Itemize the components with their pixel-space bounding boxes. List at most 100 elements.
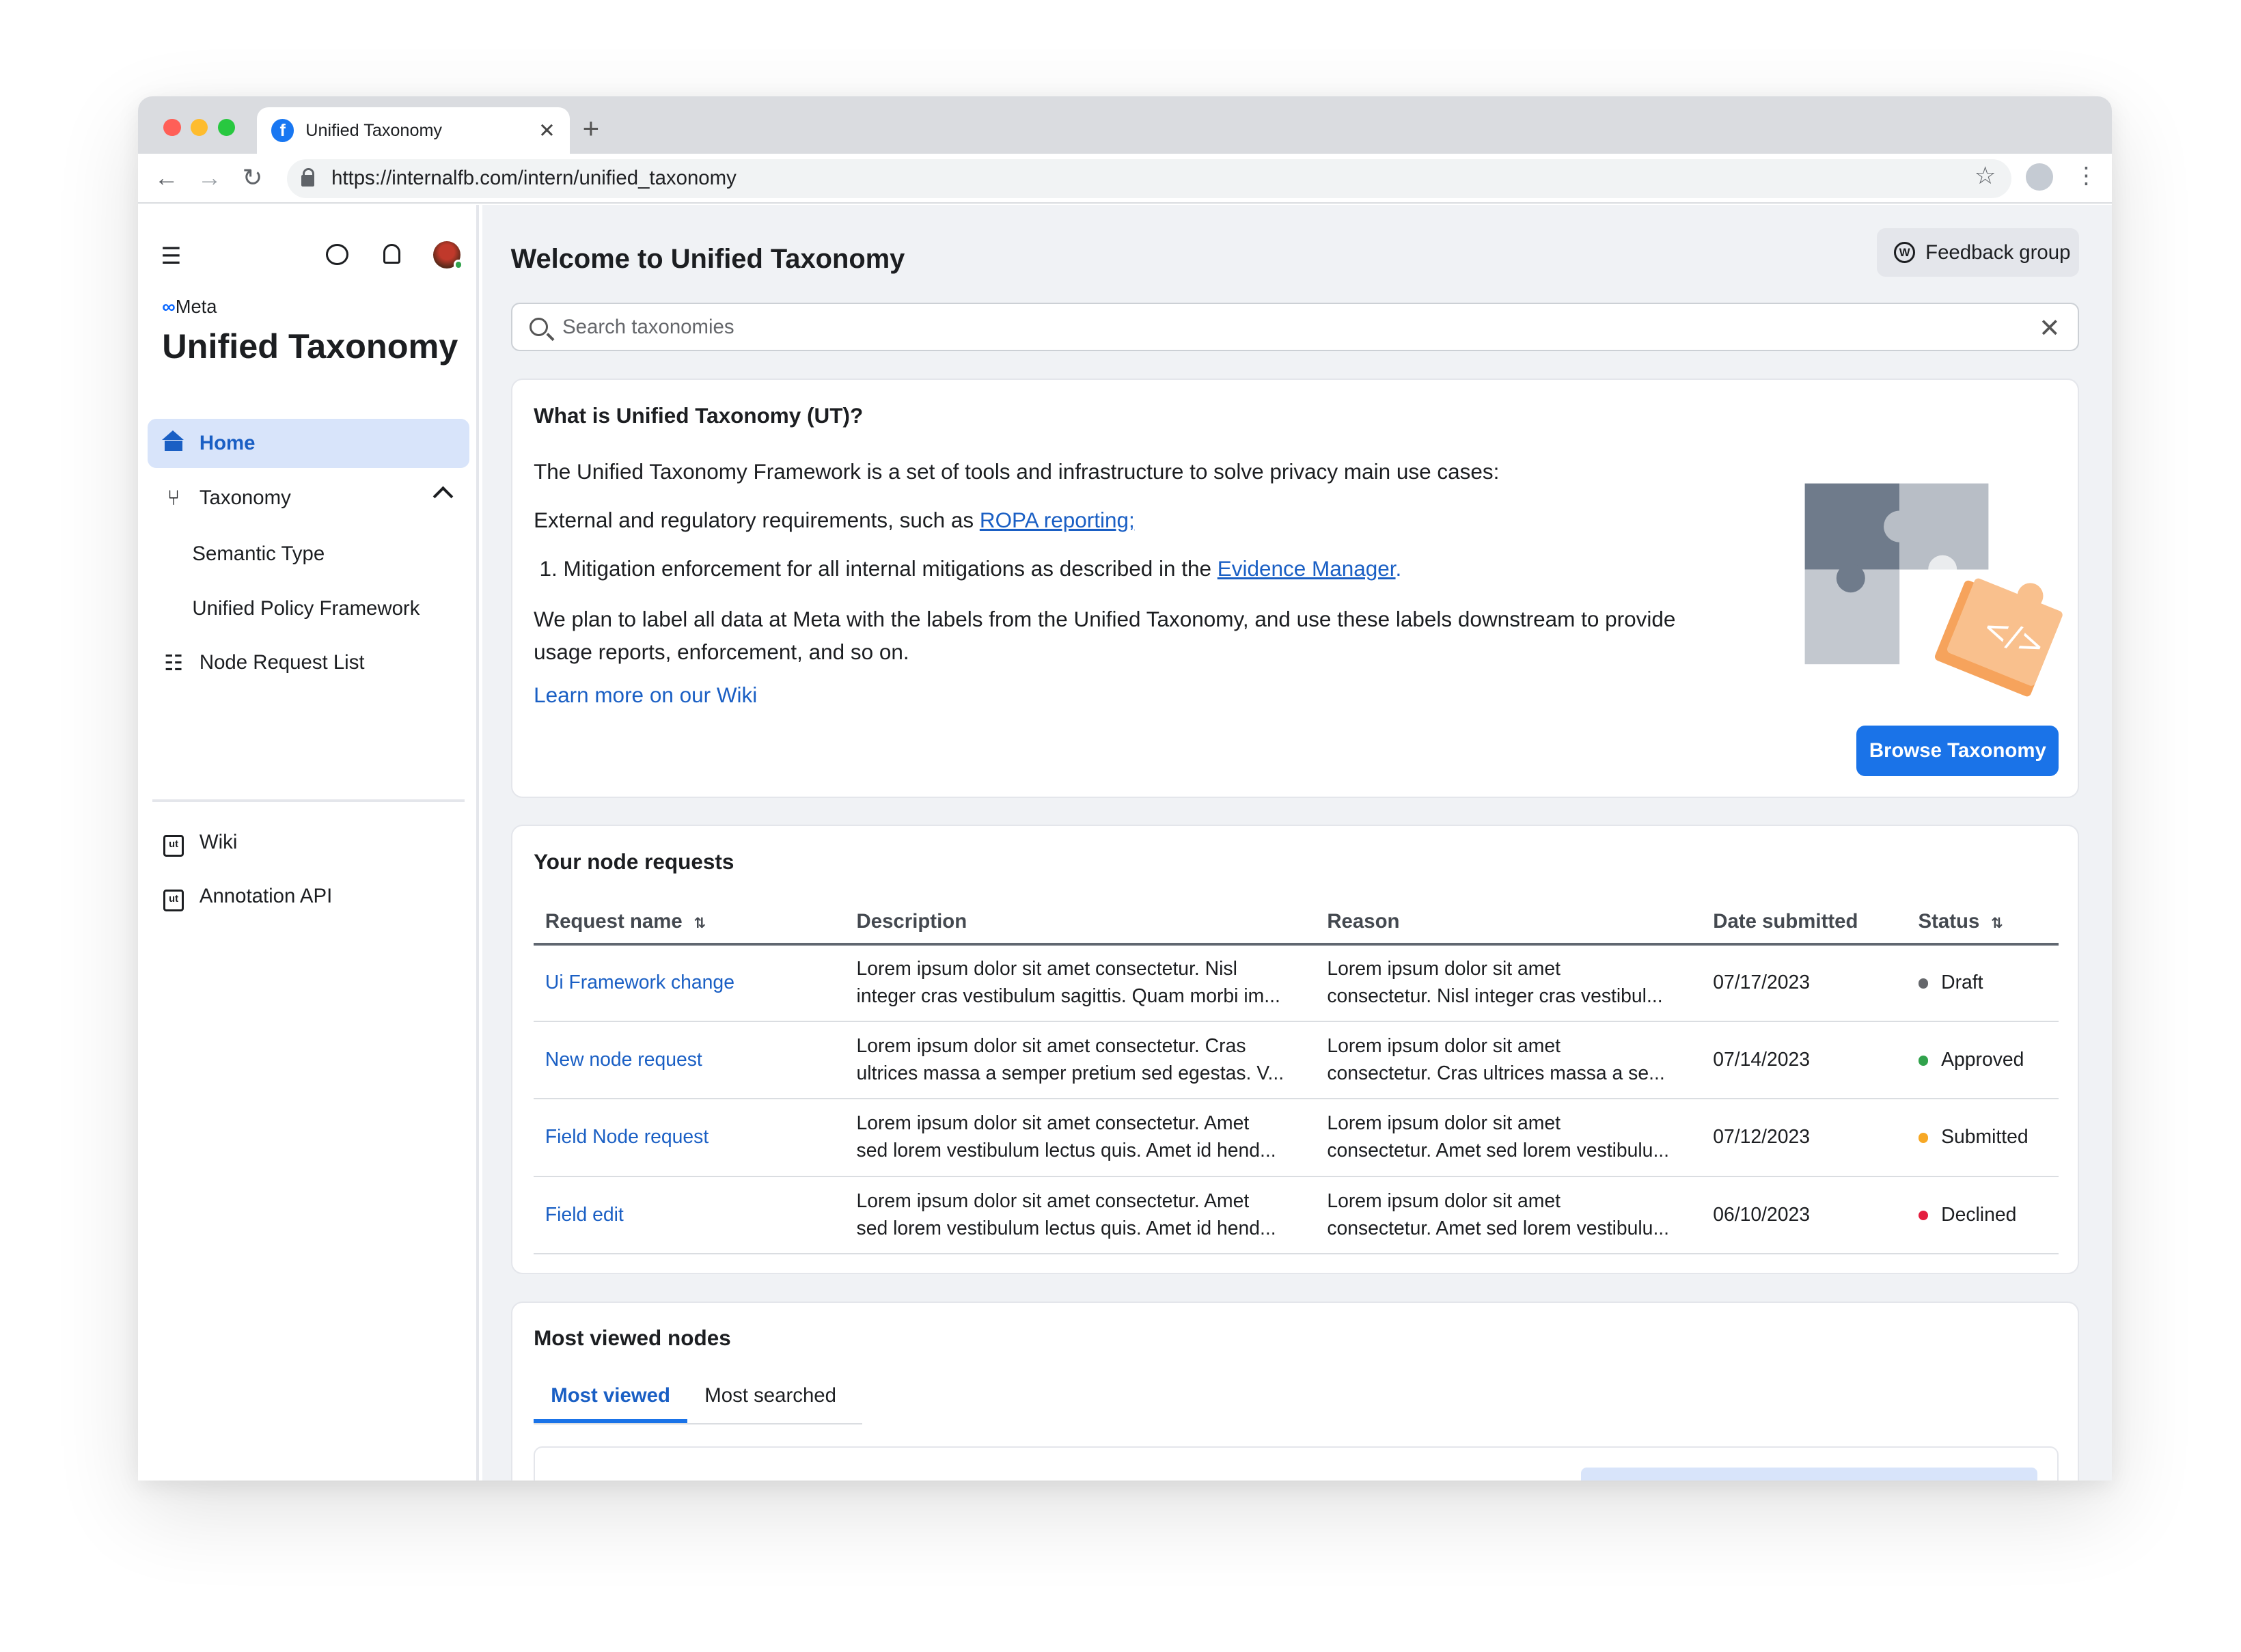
sidebar-item-label: Wiki xyxy=(199,830,238,853)
facebook-icon: f xyxy=(271,119,294,142)
main-content: Welcome to Unified Taxonomy W Feedback g… xyxy=(482,205,2113,1481)
most-viewed-tabs: Most viewed Most searched xyxy=(534,1384,862,1425)
sidebar-item-unified-policy-framework[interactable]: Unified Policy Framework xyxy=(192,597,420,620)
intro-list-item: 1. Mitigation enforcement for all intern… xyxy=(539,556,1402,581)
description-line: Lorem ipsum dolor sit amet consectetur. … xyxy=(856,1112,1250,1135)
request-name-link[interactable]: Ui Framework change xyxy=(534,944,845,1023)
list-icon: ☷ xyxy=(163,650,184,675)
intro-card: What is Unified Taxonomy (UT)? The Unifi… xyxy=(510,378,2079,798)
date-submitted: 06/10/2023 xyxy=(1701,1176,1907,1255)
more-menu-icon[interactable]: ⋮ xyxy=(2075,162,2098,189)
chat-icon[interactable] xyxy=(325,243,349,266)
reason-line: consectetur. Amet sed lorem vestibulu... xyxy=(1327,1217,1670,1239)
tab-most-viewed[interactable]: Most viewed xyxy=(534,1384,688,1424)
feedback-group-label: Feedback group xyxy=(1925,240,2071,264)
sort-icon[interactable]: ⇅ xyxy=(1991,916,2003,931)
description-line: sed lorem vestibulum lectus quis. Amet i… xyxy=(856,1140,1276,1162)
reason-line: Lorem ipsum dolor sit amet xyxy=(1327,1034,1561,1057)
star-icon[interactable]: ☆ xyxy=(1975,162,1996,190)
browse-taxonomy-button[interactable]: Browse Taxonomy xyxy=(1856,726,2059,776)
url-text: https://internalfb.com/intern/unified_ta… xyxy=(331,167,737,190)
list-item-bar xyxy=(1581,1468,2037,1481)
hierarchy-icon: ⑂ xyxy=(167,485,180,510)
ropa-reporting-link[interactable]: ROPA reporting; xyxy=(980,508,1135,532)
status-badge: Draft xyxy=(1906,944,2059,1023)
lock-icon xyxy=(301,167,314,187)
plus-icon[interactable]: + xyxy=(583,112,600,145)
column-header-status[interactable]: Status ⇅ xyxy=(1906,900,2059,946)
evidence-manager-link[interactable]: Evidence Manager xyxy=(1218,556,1396,581)
sidebar-item-annotation-api[interactable]: ut Annotation API xyxy=(148,872,469,921)
sidebar-item-home[interactable]: Home xyxy=(148,419,469,468)
description-line: integer cras vestibulum sagittis. Quam m… xyxy=(856,985,1280,1007)
status-label: Draft xyxy=(1941,971,1983,993)
maximize-window-button[interactable] xyxy=(218,119,236,137)
status-badge: Declined xyxy=(1906,1176,2059,1255)
url-field[interactable]: https://internalfb.com/intern/unified_ta… xyxy=(286,159,2012,198)
intro-paragraph-3: We plan to label all data at Meta with t… xyxy=(534,606,1676,665)
sidebar-item-semantic-type[interactable]: Semantic Type xyxy=(192,542,325,566)
request-reason: Lorem ipsum dolor sit amet consectetur. A… xyxy=(1315,1099,1702,1177)
request-description: Lorem ipsum dolor sit amet consectetur. … xyxy=(844,1176,1316,1255)
sidebar-item-node-request-list[interactable]: ☷ Node Request List xyxy=(148,638,469,687)
status-dot-icon xyxy=(1918,1055,1929,1066)
close-window-button[interactable] xyxy=(163,119,181,137)
close-icon[interactable]: ✕ xyxy=(538,119,555,143)
node-requests-table: Request name ⇅ Description Reason Date su… xyxy=(534,900,2059,1255)
reason-line: consectetur. Cras ultrices massa a se... xyxy=(1327,1062,1665,1084)
forward-arrow-icon[interactable]: → xyxy=(192,164,226,192)
node-requests-title: Your node requests xyxy=(534,849,734,875)
tab-most-searched[interactable]: Most searched xyxy=(687,1384,853,1423)
date-submitted: 07/14/2023 xyxy=(1701,1021,1907,1100)
status-label: Submitted xyxy=(1941,1126,2029,1148)
workplace-icon: W xyxy=(1893,241,1916,264)
sort-icon[interactable]: ⇅ xyxy=(693,916,706,931)
browser-tab[interactable]: f Unified Taxonomy ✕ xyxy=(256,107,570,154)
request-name-link[interactable]: Field edit xyxy=(534,1176,845,1255)
bell-icon[interactable] xyxy=(383,243,400,264)
wiki-link[interactable]: Learn more on our Wiki xyxy=(534,678,757,711)
table-row[interactable]: Field Node request Lorem ipsum dolor sit … xyxy=(534,1099,2059,1177)
page-title: Welcome to Unified Taxonomy xyxy=(510,243,905,274)
status-dot-icon xyxy=(1918,1133,1929,1144)
sidebar-item-label: Node Request List xyxy=(199,651,365,674)
request-description: Lorem ipsum dolor sit amet consectetur. … xyxy=(844,1021,1316,1100)
search-icon xyxy=(529,318,549,337)
minimize-window-button[interactable] xyxy=(191,119,208,137)
column-header-reason: Reason xyxy=(1315,900,1702,946)
reason-line: consectetur. Amet sed lorem vestibulu... xyxy=(1327,1140,1670,1162)
sidebar-item-taxonomy[interactable]: ⑂ Taxonomy xyxy=(148,473,469,522)
search-bar: ✕ xyxy=(510,303,2079,352)
table-row[interactable]: Ui Framework change Lorem ipsum dolor sit… xyxy=(534,944,2059,1023)
description-line: Lorem ipsum dolor sit amet consectetur. … xyxy=(856,1189,1250,1212)
browser-window: f Unified Taxonomy ✕ + ← → ↻ https://int… xyxy=(137,96,2113,1481)
status-badge: Submitted xyxy=(1906,1099,2059,1177)
request-name-link[interactable]: New node request xyxy=(534,1021,845,1100)
hamburger-menu-icon[interactable]: ☰ xyxy=(161,243,181,270)
table-row[interactable]: New node request Lorem ipsum dolor sit am… xyxy=(534,1021,2059,1100)
description-line: ultrices massa a semper pretium sed eges… xyxy=(856,1062,1284,1084)
reason-line: Lorem ipsum dolor sit amet xyxy=(1327,1189,1561,1212)
table-row[interactable]: Field edit Lorem ipsum dolor sit amet con… xyxy=(534,1176,2059,1255)
reload-icon[interactable]: ↻ xyxy=(235,164,269,192)
sidebar-item-wiki[interactable]: ut Wiki xyxy=(148,818,469,866)
column-header-description: Description xyxy=(844,900,1316,946)
sidebar-divider xyxy=(152,799,465,802)
puzzle-illustration: </> xyxy=(1804,483,2063,697)
column-header-date-submitted: Date submitted xyxy=(1701,900,1907,946)
search-input[interactable] xyxy=(562,315,2078,339)
intro-title: What is Unified Taxonomy (UT)? xyxy=(534,402,864,428)
feedback-group-button[interactable]: W Feedback group xyxy=(1876,228,2079,277)
date-submitted: 07/12/2023 xyxy=(1701,1099,1907,1177)
request-name-link[interactable]: Field Node request xyxy=(534,1099,845,1177)
column-header-request-name[interactable]: Request name ⇅ xyxy=(534,900,845,946)
back-arrow-icon[interactable]: ← xyxy=(149,164,183,192)
request-description: Lorem ipsum dolor sit amet consectetur. … xyxy=(844,1099,1316,1177)
clear-search-icon[interactable]: ✕ xyxy=(2039,313,2061,344)
status-dot-icon xyxy=(1918,1210,1929,1221)
status-label: Approved xyxy=(1941,1048,2024,1071)
description-line: sed lorem vestibulum lectus quis. Amet i… xyxy=(856,1217,1276,1239)
address-bar: ← → ↻ https://internalfb.com/intern/unif… xyxy=(137,153,2113,204)
meta-logo: ∞Meta xyxy=(162,295,217,317)
request-reason: Lorem ipsum dolor sit amet consectetur. A… xyxy=(1315,1176,1702,1255)
